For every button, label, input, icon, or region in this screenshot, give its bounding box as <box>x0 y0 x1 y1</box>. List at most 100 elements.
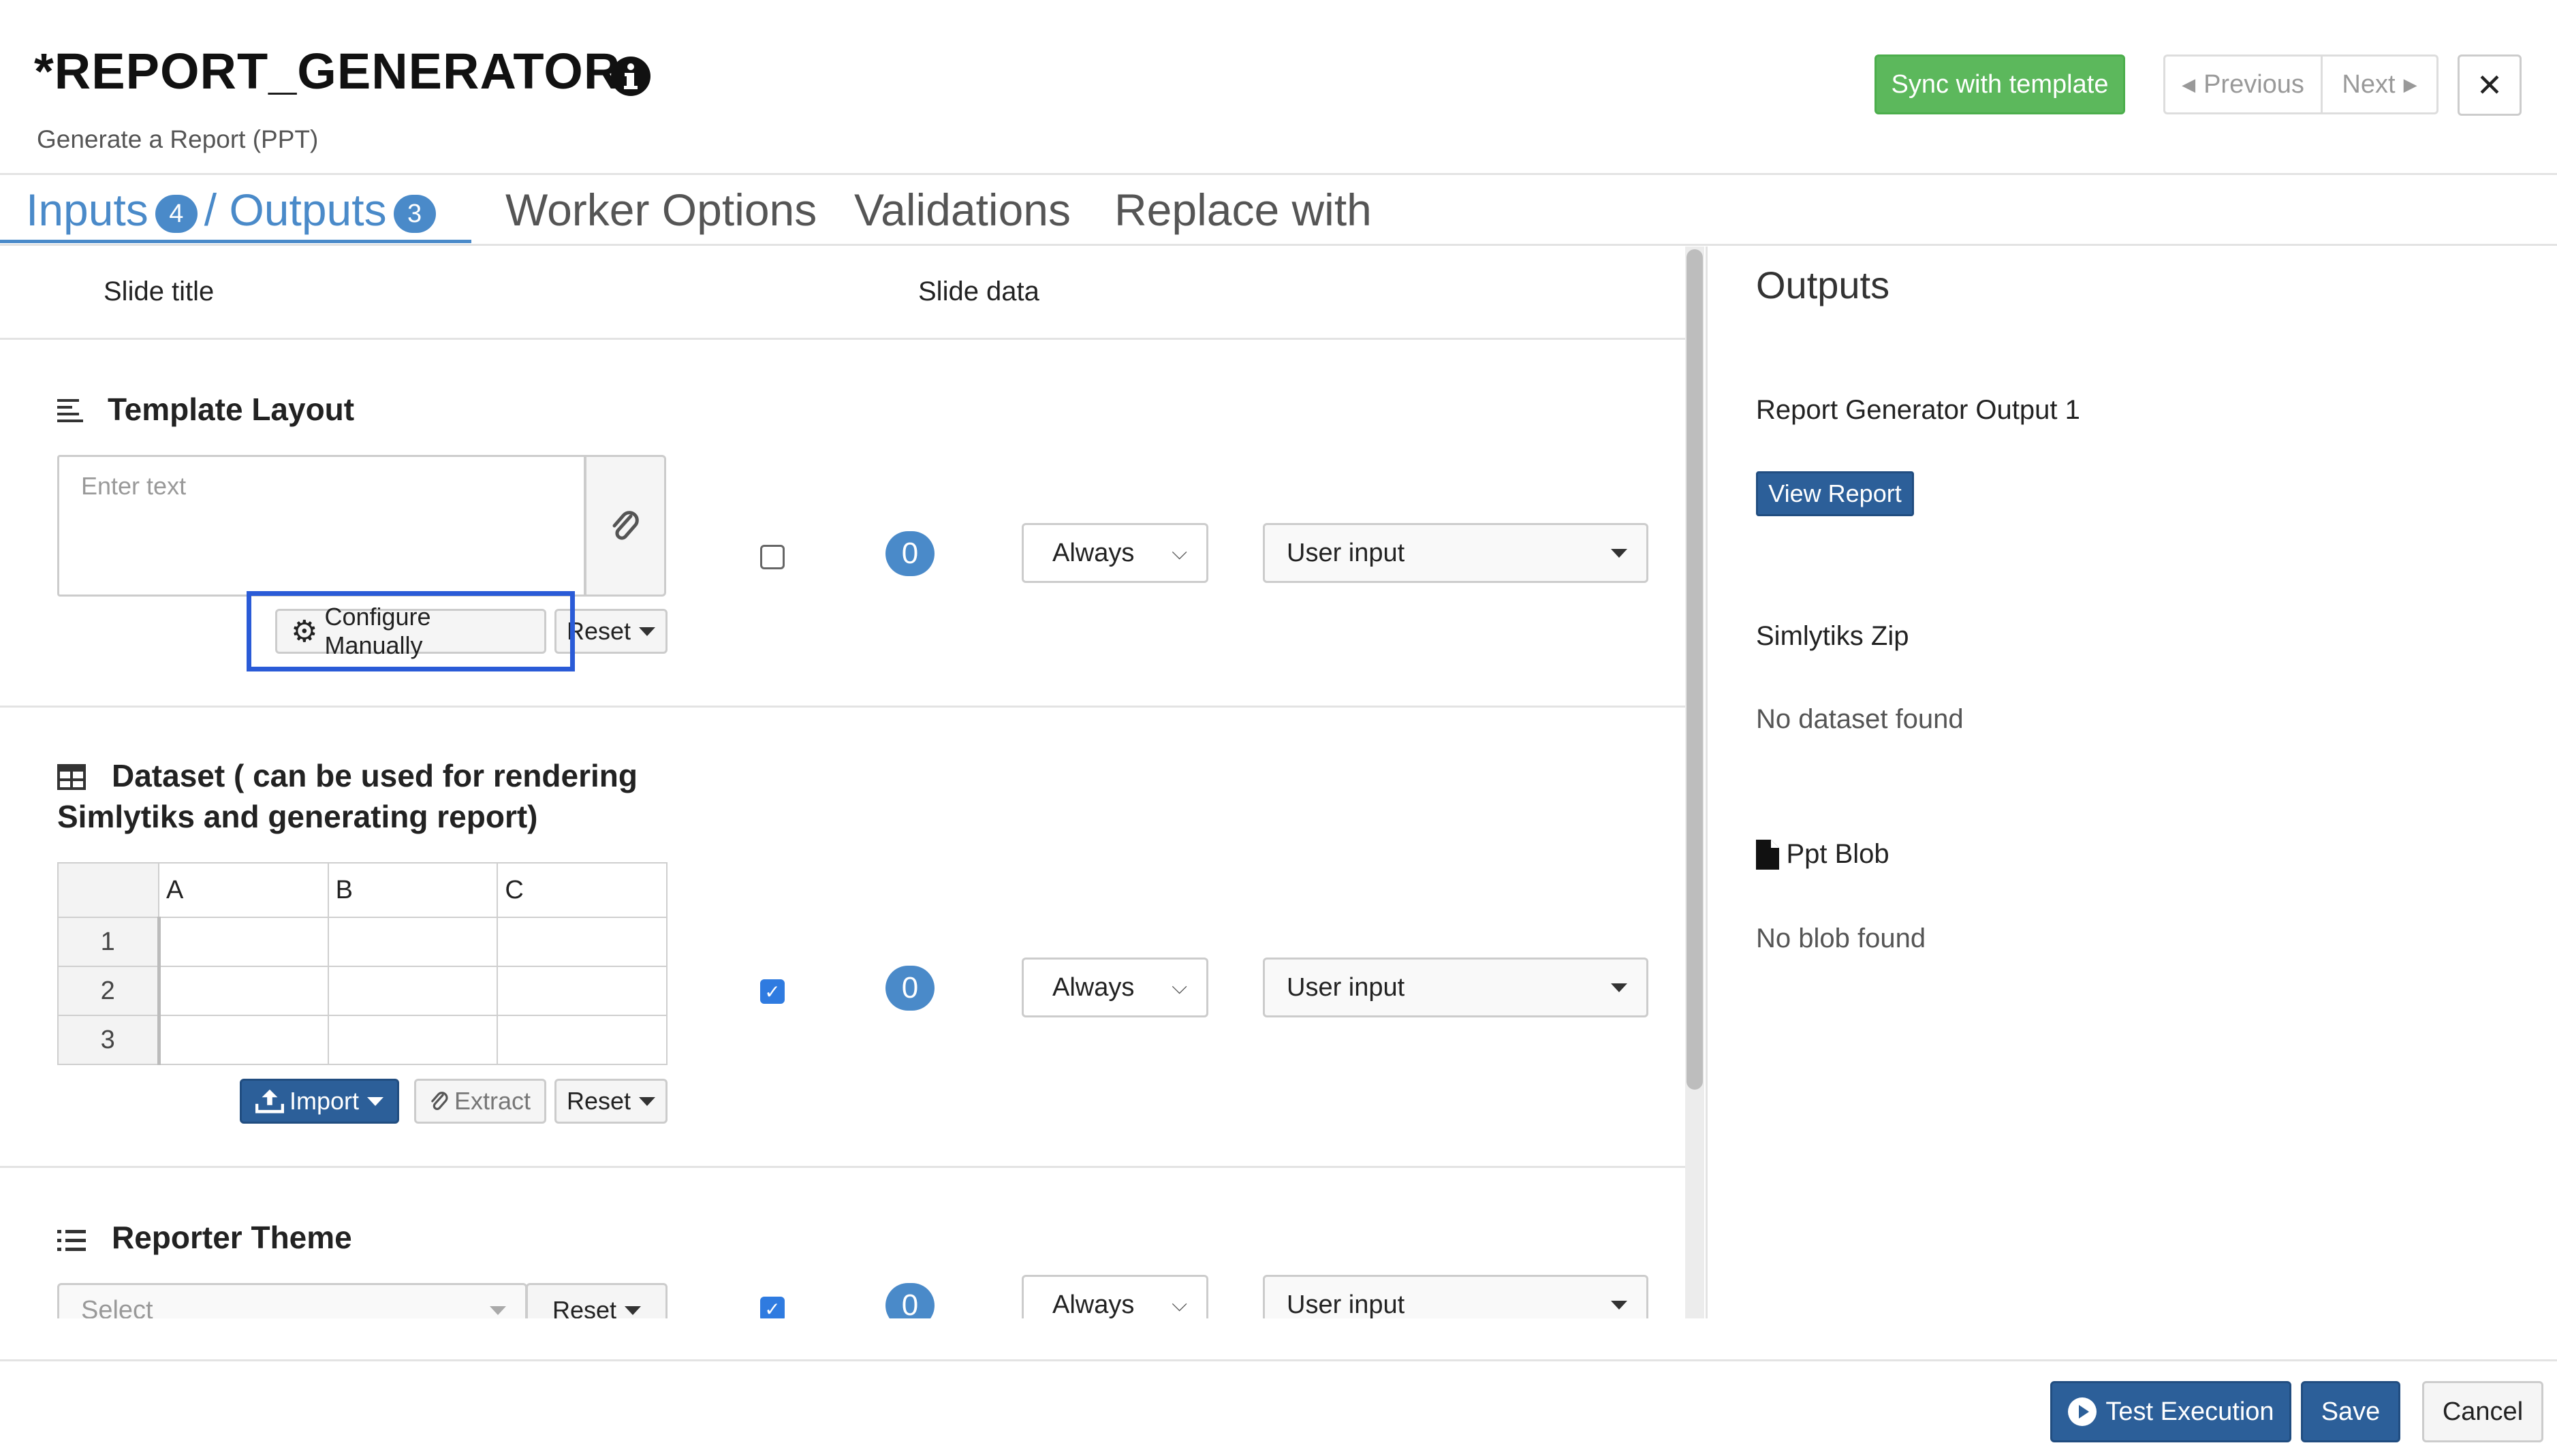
file-icon <box>1756 839 1779 870</box>
grid-row-header: 1 <box>57 917 161 967</box>
reporter-theme-count-badge: 0 <box>885 1283 935 1318</box>
dataset-checkbox[interactable]: ✓ <box>760 979 785 1004</box>
tab-inputs-label: Inputs <box>26 185 148 235</box>
grid-cell[interactable] <box>158 1015 329 1065</box>
grid-corner <box>57 862 159 918</box>
upload-icon <box>255 1089 284 1113</box>
close-icon: ✕ <box>2476 67 2503 103</box>
grid-cell[interactable] <box>327 1015 499 1065</box>
tab-inputs-outputs[interactable]: Inputs 4/ Outputs 3 <box>26 184 443 236</box>
page-title: *REPORT_GENERATOR <box>34 43 621 99</box>
info-icon[interactable] <box>610 56 651 97</box>
import-button[interactable]: Import <box>240 1079 399 1124</box>
output-label: Report Generator Output 1 <box>1756 395 2080 425</box>
check-icon: ✓ <box>764 981 781 1002</box>
tab-outputs-label: / Outputs <box>204 185 387 235</box>
output-status: No dataset found <box>1756 704 1964 734</box>
dataset-source-select[interactable]: User input <box>1263 958 1648 1017</box>
page-subtitle: Generate a Report (PPT) <box>37 125 319 153</box>
caret-down-icon <box>1611 983 1627 992</box>
grid-column-header[interactable]: C <box>497 862 668 918</box>
grid-cell[interactable] <box>158 966 329 1016</box>
check-icon: ✓ <box>764 1298 781 1319</box>
previous-label: Previous <box>2203 69 2304 99</box>
paperclip-icon <box>612 511 639 540</box>
tabs-divider <box>0 244 2557 246</box>
caret-down-icon <box>1611 1300 1627 1310</box>
next-label: Next <box>2342 69 2396 99</box>
sync-with-template-button[interactable]: Sync with template <box>1874 54 2125 114</box>
template-layout-count-badge: 0 <box>885 531 935 576</box>
reporter-theme-checkbox[interactable]: ✓ <box>760 1297 785 1318</box>
grid-cell[interactable] <box>327 917 499 967</box>
test-execution-label: Test Execution <box>2105 1397 2274 1426</box>
ppt-blob-header: Ppt Blob <box>1756 839 1889 870</box>
active-tab-indicator <box>0 240 471 243</box>
reporter-theme-source-select[interactable]: User input <box>1263 1275 1648 1318</box>
dataset-reset-label: Reset <box>566 1087 631 1115</box>
scrollbar-thumb[interactable] <box>1687 249 1703 1090</box>
select-placeholder: Select <box>81 1295 153 1319</box>
template-reset-label: Reset <box>566 617 631 645</box>
template-layout-checkbox[interactable] <box>760 545 785 569</box>
next-button[interactable]: Next ▶ <box>2321 54 2438 114</box>
dataset-grid[interactable]: A B C 1 2 3 <box>57 862 668 1065</box>
caret-down-icon <box>1611 548 1627 558</box>
dataset-reset-button[interactable]: Reset <box>554 1079 668 1124</box>
grid-cell[interactable] <box>497 966 668 1016</box>
save-button[interactable]: Save <box>2301 1381 2400 1442</box>
reporter-theme-select[interactable]: Select <box>57 1283 527 1318</box>
chevron-down-icon: ⌵ <box>1172 976 1187 998</box>
reporter-theme-frequency-select[interactable]: Always ⌵ <box>1022 1275 1208 1318</box>
template-layout-title: Template Layout <box>108 392 355 427</box>
grid-cell[interactable] <box>497 917 668 967</box>
grid-row-header: 3 <box>57 1015 161 1065</box>
import-label: Import <box>289 1087 359 1115</box>
caret-left-icon: ◀ <box>2182 74 2196 95</box>
grid-column-header[interactable]: B <box>327 862 499 918</box>
caret-down-icon <box>490 1305 506 1315</box>
grid-cell[interactable] <box>327 966 499 1016</box>
source-value: User input <box>1287 538 1405 567</box>
cancel-button[interactable]: Cancel <box>2422 1381 2543 1442</box>
outputs-count-badge: 3 <box>393 194 436 233</box>
row-divider <box>0 706 1685 708</box>
outputs-heading: Outputs <box>1756 264 1890 306</box>
column-header-divider <box>0 338 1685 340</box>
template-layout-frequency-select[interactable]: Always ⌵ <box>1022 523 1208 583</box>
paperclip-icon <box>431 1092 448 1111</box>
template-layout-source-select[interactable]: User input <box>1263 523 1648 583</box>
play-circle-icon <box>2068 1397 2097 1426</box>
extract-label: Extract <box>454 1087 531 1115</box>
column-header-slide-title: Slide title <box>104 276 215 306</box>
reporter-theme-title: Reporter Theme <box>112 1220 352 1255</box>
chevron-down-icon: ⌵ <box>1172 1293 1187 1316</box>
output-label: Simlytiks Zip <box>1756 621 1909 651</box>
grid-cell[interactable] <box>497 1015 668 1065</box>
dataset-frequency-select[interactable]: Always ⌵ <box>1022 958 1208 1017</box>
attach-button[interactable] <box>584 455 666 597</box>
input-row-reporter-theme: Reporter Theme Select Reset ✓ 0 Always ⌵… <box>0 1167 1685 1318</box>
source-value: User input <box>1287 972 1405 1002</box>
tab-replace-with[interactable]: Replace with <box>1114 184 1372 236</box>
grid-column-header[interactable]: A <box>158 862 329 918</box>
frequency-value: Always <box>1052 972 1135 1002</box>
column-header-slide-data: Slide data <box>918 276 1039 306</box>
align-left-icon <box>57 399 83 422</box>
list-icon <box>57 1230 86 1251</box>
grid-cell[interactable] <box>158 917 329 967</box>
highlight-box <box>247 591 575 671</box>
close-button[interactable]: ✕ <box>2458 54 2522 116</box>
frequency-value: Always <box>1052 538 1135 567</box>
template-layout-textarea[interactable]: Enter text <box>57 455 586 597</box>
tab-worker-options[interactable]: Worker Options <box>505 184 817 236</box>
pager: ◀ Previous Next ▶ <box>2163 54 2438 114</box>
extract-button[interactable]: Extract <box>414 1079 546 1124</box>
view-report-button[interactable]: View Report <box>1756 471 1914 516</box>
previous-button[interactable]: ◀ Previous <box>2163 54 2323 114</box>
caret-down-icon <box>639 1096 656 1106</box>
tab-validations[interactable]: Validations <box>854 184 1071 236</box>
grid-row-header: 2 <box>57 966 161 1016</box>
test-execution-button[interactable]: Test Execution <box>2050 1381 2291 1442</box>
reporter-theme-reset-button[interactable]: Reset <box>526 1283 668 1318</box>
